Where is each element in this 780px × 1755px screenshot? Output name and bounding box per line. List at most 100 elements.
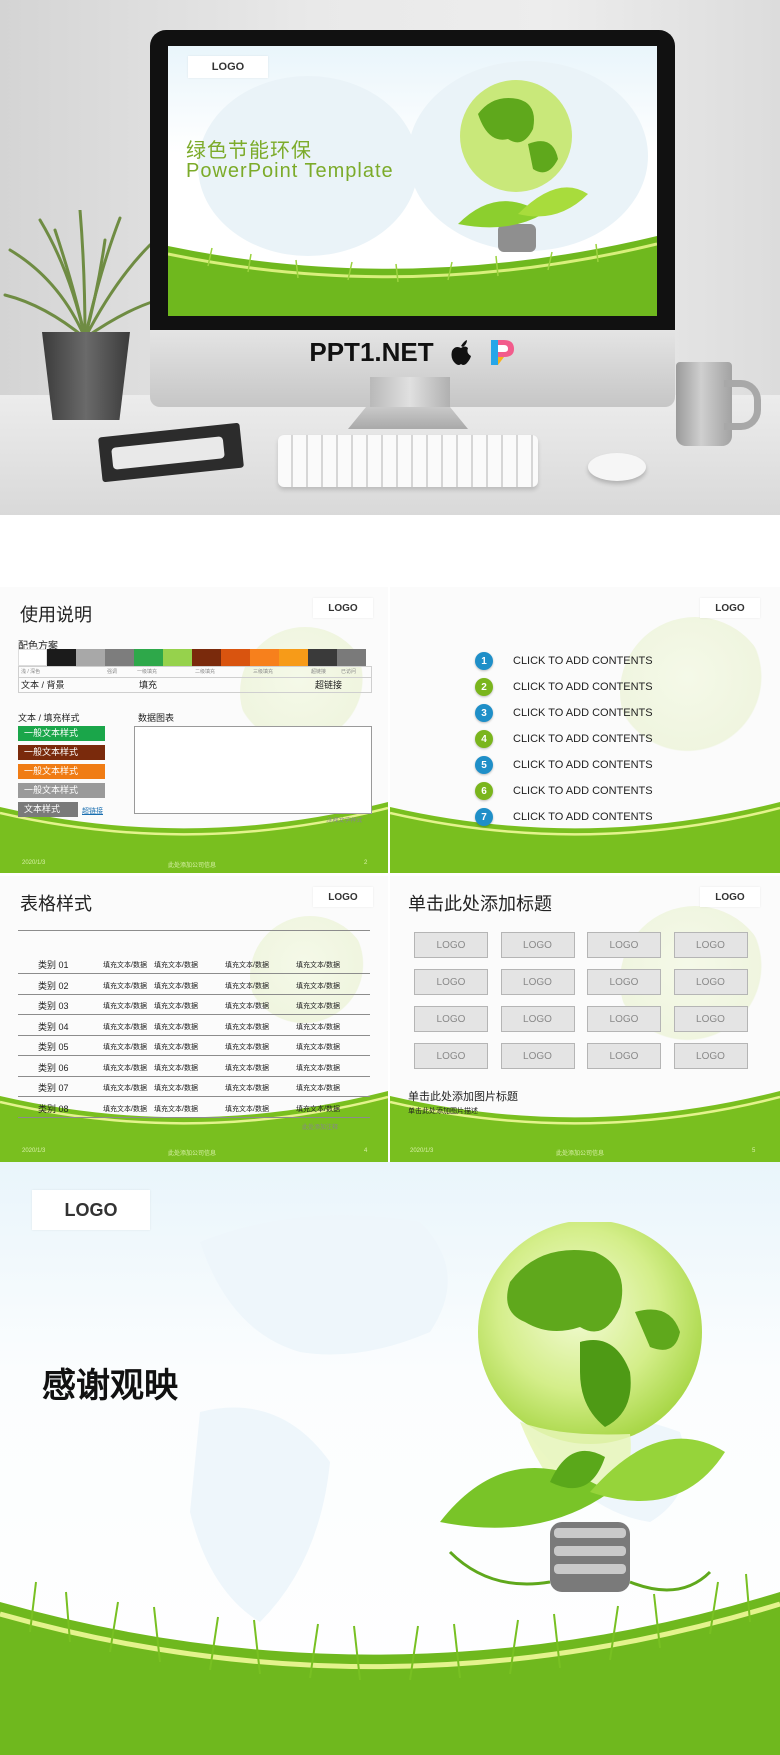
footer-company: 此处添加公司信息 [168,1151,217,1157]
swatch [47,649,76,666]
swatch-label: 已访问 [341,669,357,675]
content-item[interactable]: 7 CLICK TO ADD CONTENTS [475,808,653,826]
table-cell: 填充文本/数据 [225,1064,269,1072]
row-label: 文本 / 背景 [21,680,65,690]
table-cell: 填充文本/数据 [154,982,198,990]
footer-company: 此处添加公司信息 [168,863,217,869]
plant-pot [42,332,130,420]
table-cell: 填充文本/数据 [225,982,269,990]
table-cell: 填充文本/数据 [103,1023,147,1031]
table-top-rule [18,930,370,931]
table-category: 类别 08 [38,1103,69,1114]
table-cell: 填充文本/数据 [225,1085,269,1092]
table-cell: 填充文本/数据 [296,1044,340,1051]
content-item[interactable]: 6 CLICK TO ADD CONTENTS [475,782,653,800]
text-style-sample: 一般文本样式 [18,726,105,741]
footer-date: 2020/1/3 [22,1148,46,1154]
table-cell: 填充文本/数据 [225,1044,269,1051]
screen-title-cn: 绿色节能环保 [186,140,312,162]
logo-placeholder[interactable]: LOGO [414,1006,488,1032]
table-cell: 填充文本/数据 [103,1105,147,1113]
chart-placeholder [134,726,372,814]
number-badge: 4 [475,730,493,748]
swatch [105,649,134,666]
table-row: 类别 04 填充文本/数据 填充文本/数据 填充文本/数据 填充文本/数据 [18,1015,370,1036]
logo-placeholder[interactable]: LOGO [414,932,488,958]
monitor-stand-neck [370,377,450,409]
p-logo-icon [490,340,514,365]
logo-placeholder[interactable]: LOGO [500,1043,575,1069]
logo-placeholder[interactable]: LOGO [500,969,575,995]
swatch [279,649,308,666]
palette-swatches [18,649,366,666]
swatch-label: 一级填充 [137,669,158,675]
table-category: 类别 04 [38,1021,69,1032]
hyperlink-sample[interactable]: 超链接 [82,806,103,816]
logo-placeholder[interactable]: LOGO [414,969,488,995]
logo-placeholder[interactable]: LOGO [673,969,748,995]
logo-placeholder[interactable]: LOGO [673,932,748,958]
slide-table-title: 表格样式 [20,894,92,914]
monitor-stand-base [348,407,468,429]
footer-date: 2020/1/3 [410,1148,434,1154]
table-cell: 填充文本/数据 [103,1085,147,1092]
table-cell: 填充文本/数据 [103,1064,147,1072]
content-item-text: CLICK TO ADD CONTENTS [513,681,653,693]
swatch [221,649,250,666]
table-category: 类别 03 [38,1001,69,1011]
monitor-screen: LOGO 绿色节能环保 PowerPoint Template [168,46,657,316]
palette-row-labels: 文本 / 背景 填充 超链接 [18,676,372,693]
chart-label: 数据图表 [138,713,175,723]
swatch-label: 强调 [107,669,118,675]
slide-logos-title: 单击此处添加标题 [408,894,552,914]
text-style-sample: 文本样式 [18,802,78,817]
content-item[interactable]: 4 CLICK TO ADD CONTENTS [475,730,653,748]
logo-placeholder[interactable]: LOGO [673,1043,748,1069]
content-item[interactable]: 3 CLICK TO ADD CONTENTS [475,704,653,722]
table-cell: 填充文本/数据 [154,962,198,969]
logo-placeholder[interactable]: LOGO [587,969,661,995]
slide-usage-title: 使用说明 [20,605,92,625]
content-item[interactable]: 2 CLICK TO ADD CONTENTS [475,678,653,696]
hero-mockup: LOGO 绿色节能环保 PowerPoint Template PPT1.NET [0,0,780,515]
text-fill-label: 文本 / 填充样式 [18,713,80,723]
table-row: 类别 06 填充文本/数据 填充文本/数据 填充文本/数据 填充文本/数据 [18,1056,370,1077]
monitor-frame: LOGO 绿色节能环保 PowerPoint Template PPT1.NET [150,30,675,407]
logo-placeholder[interactable]: LOGO [500,1006,575,1032]
swatch-label: 三级填充 [253,669,274,675]
image-description: 单击此处添加图片描述 [408,1108,478,1115]
content-item[interactable]: 5 CLICK TO ADD CONTENTS [475,756,653,774]
logo-placeholder[interactable]: LOGO [587,1006,661,1032]
screen-grass-ground [168,236,657,316]
apple-icon [451,340,471,365]
table-row: 类别 08 填充文本/数据 填充文本/数据 填充文本/数据 填充文本/数据 [18,1097,370,1118]
text-style-sample: 一般文本样式 [18,783,105,798]
logo-placeholder[interactable]: LOGO [500,932,575,958]
content-item-text: CLICK TO ADD CONTENTS [513,811,653,823]
swatch [250,649,279,666]
swatch [337,649,366,666]
slide-contents-logo: LOGO [700,598,760,618]
table-cell: 填充文本/数据 [103,1003,147,1010]
table-cell: 填充文本/数据 [296,1023,340,1031]
swatch [308,649,337,666]
content-item-text: CLICK TO ADD CONTENTS [513,707,653,719]
content-item[interactable]: 1 CLICK TO ADD CONTENTS [475,652,653,670]
footer-page: 2 [364,860,368,866]
plant-leaves [3,210,160,340]
footer-company: 此处添加公司信息 [556,1151,605,1157]
logo-placeholder[interactable]: LOGO [587,1043,661,1069]
table-cell: 填充文本/数据 [296,1085,340,1092]
table-cell: 填充文本/数据 [225,1023,269,1031]
table-cell: 填充文本/数据 [296,1105,340,1113]
table-cell: 填充文本/数据 [225,1003,269,1010]
image-title: 单击此处添加图片标题 [408,1091,518,1103]
logo-placeholder[interactable]: LOGO [673,1006,748,1032]
table-cell: 填充文本/数据 [154,1003,198,1010]
slide-thanks: LOGO 感谢观映 [0,1162,780,1755]
table-cell: 填充文本/数据 [296,982,340,990]
logo-placeholder[interactable]: LOGO [414,1043,488,1069]
logo-placeholder[interactable]: LOGO [587,932,661,958]
swatch [192,649,221,666]
table-category: 类别 07 [38,1083,69,1093]
